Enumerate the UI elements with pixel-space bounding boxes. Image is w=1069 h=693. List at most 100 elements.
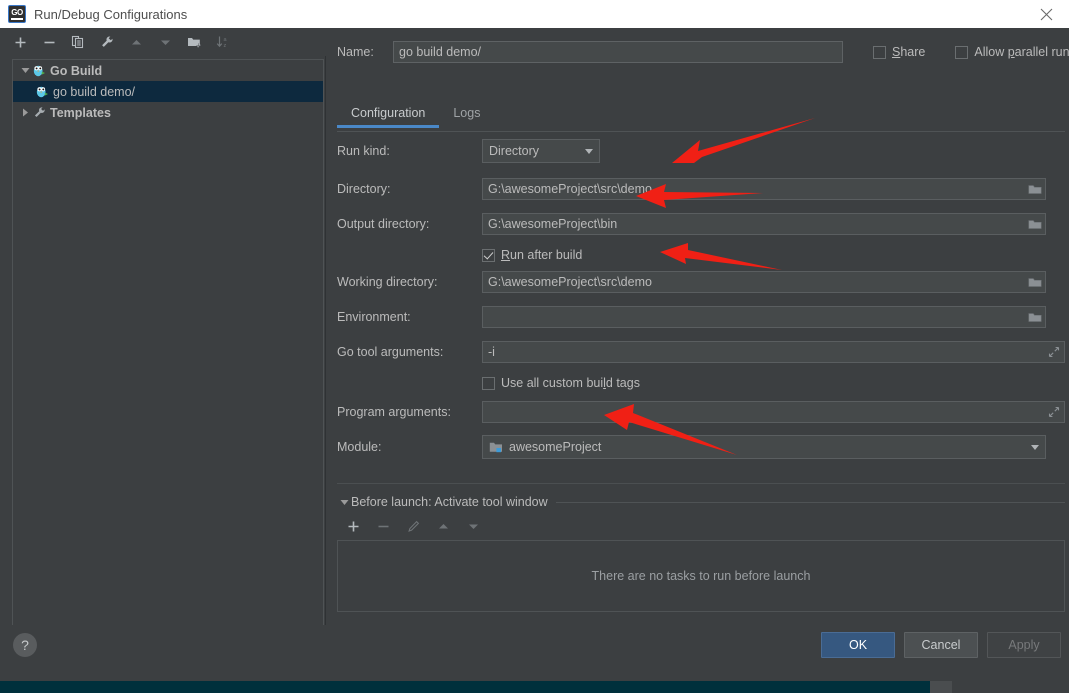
arrow-down-icon — [465, 518, 481, 534]
program-arguments-label: Program arguments: — [337, 405, 451, 419]
share-checkbox[interactable]: Share — [873, 45, 925, 59]
allow-parallel-run-checkbox[interactable]: Allow parallel run — [955, 45, 1069, 59]
sort-az-icon: a z — [215, 34, 231, 50]
ide-strip-right — [952, 681, 1069, 693]
arrow-down-icon — [157, 34, 173, 50]
wrench-icon[interactable] — [99, 34, 115, 50]
folder-icon[interactable] — [1025, 214, 1045, 234]
copy-configuration-button[interactable] — [70, 34, 86, 50]
arrow-up-icon — [128, 34, 144, 50]
configurations-tree[interactable]: Go Build go build demo/ Templates — [12, 59, 324, 663]
use-all-custom-build-tags-checkbox-label: Use all custom build tags — [501, 376, 640, 390]
folder-icon[interactable] — [1025, 272, 1045, 292]
ok-button[interactable]: OK — [821, 632, 895, 658]
tree-item-label: go build demo/ — [53, 84, 136, 99]
directory-label: Directory: — [337, 182, 391, 196]
tab-logs[interactable]: Logs — [439, 103, 494, 127]
output-directory-row: Output directory: — [337, 213, 1065, 235]
configurations-panel: a z Go Build go build demo/ Templates — [0, 28, 329, 663]
environment-input[interactable] — [482, 306, 1046, 328]
expand-icon[interactable] — [1044, 342, 1064, 362]
editor-tabs: Configuration Logs — [337, 103, 1065, 132]
go-tool-arguments-label: Go tool arguments: — [337, 345, 444, 359]
run-kind-dropdown[interactable]: Directory — [482, 139, 600, 163]
name-row: Name: Share Allow parallel run — [337, 40, 1069, 64]
chevron-down-icon — [1031, 444, 1039, 450]
run-debug-configurations-dialog: GO Run/Debug Configurations a z Go Build… — [0, 0, 1069, 681]
before-launch-header[interactable]: Before launch: Activate tool window — [337, 493, 1065, 511]
chevron-down-icon[interactable] — [18, 66, 32, 75]
dialog-buttons: OK Cancel Apply — [821, 632, 1061, 658]
share-checkbox-box[interactable] — [873, 45, 886, 59]
pencil-icon — [405, 518, 421, 534]
configuration-editor-panel: Name: Share Allow parallel run Configura… — [327, 28, 1069, 638]
ide-strip-middle — [930, 681, 952, 693]
dialog-body: a z Go Build go build demo/ Templates Na… — [0, 28, 1069, 663]
remove-task-button — [375, 518, 391, 534]
title-bar: GO Run/Debug Configurations — [0, 0, 1069, 28]
new-folder-icon[interactable] — [186, 34, 202, 50]
before-launch-section: Before launch: Activate tool window Ther… — [337, 493, 1065, 638]
working-directory-label: Working directory: — [337, 275, 438, 289]
ide-background-strip — [0, 681, 1069, 693]
close-icon[interactable] — [1023, 0, 1069, 28]
tree-item-label: Templates — [50, 105, 111, 120]
output-directory-input[interactable] — [482, 213, 1046, 235]
name-input[interactable] — [393, 41, 843, 63]
tree-item-templates[interactable]: Templates — [13, 102, 323, 123]
module-row: Module: awesomeProject — [337, 435, 1065, 459]
run-kind-value: Directory — [489, 144, 540, 158]
gopher-icon — [35, 85, 49, 99]
add-configuration-button[interactable] — [12, 34, 28, 50]
run-kind-label: Run kind: — [337, 144, 390, 158]
module-label: Module: — [337, 440, 382, 454]
module-value: awesomeProject — [509, 440, 602, 454]
share-checkbox-label: Share — [892, 45, 926, 59]
use-all-custom-build-tags-checkbox-box[interactable] — [482, 376, 495, 390]
directory-row: Directory: — [337, 178, 1065, 200]
go-tool-arguments-input[interactable] — [482, 341, 1065, 363]
help-button[interactable]: ? — [13, 633, 37, 657]
module-icon — [489, 441, 503, 454]
run-kind-row: Run kind: Directory — [337, 139, 1065, 163]
run-after-build-checkbox[interactable]: Run after build — [482, 248, 582, 262]
tree-item-go-build-demo[interactable]: go build demo/ — [13, 81, 323, 102]
tree-item-label: Go Build — [50, 63, 103, 78]
program-arguments-input[interactable] — [482, 401, 1065, 423]
folder-icon[interactable] — [1025, 307, 1045, 327]
run-after-build-checkbox-box[interactable] — [482, 248, 495, 262]
program-arguments-row: Program arguments: — [337, 401, 1065, 423]
folder-icon[interactable] — [1025, 179, 1045, 199]
run-after-build-checkbox-label: Run after build — [501, 248, 583, 262]
apply-button[interactable]: Apply — [987, 632, 1061, 658]
output-directory-label: Output directory: — [337, 217, 430, 231]
working-directory-row: Working directory: — [337, 271, 1065, 293]
before-launch-empty-text: There are no tasks to run before launch — [591, 569, 811, 583]
before-launch-toolbar — [337, 514, 1065, 538]
tree-item-go-build[interactable]: Go Build — [13, 60, 323, 81]
before-launch-separator — [555, 501, 1065, 503]
cancel-button[interactable]: Cancel — [904, 632, 978, 658]
before-launch-title: Before launch: Activate tool window — [351, 495, 548, 509]
chevron-down-icon[interactable] — [337, 498, 351, 507]
module-dropdown[interactable]: awesomeProject — [482, 435, 1046, 459]
arrow-up-icon — [435, 518, 451, 534]
configuration-form: Run kind: Directory Directory: G:\awesom… — [337, 132, 1065, 484]
name-label: Name: — [337, 45, 374, 59]
tab-configuration[interactable]: Configuration — [337, 103, 440, 128]
chevron-right-icon[interactable] — [18, 108, 32, 117]
directory-input[interactable] — [482, 178, 1046, 200]
before-launch-task-list[interactable]: There are no tasks to run before launch — [337, 540, 1065, 612]
add-task-button[interactable] — [345, 518, 361, 534]
wrench-icon — [32, 106, 46, 120]
expand-icon[interactable] — [1044, 402, 1064, 422]
configurations-toolbar: a z — [0, 28, 327, 56]
environment-row: Environment: — [337, 306, 1065, 328]
chevron-down-icon — [585, 148, 593, 154]
working-directory-input[interactable] — [482, 271, 1046, 293]
ide-strip-left — [0, 681, 930, 693]
use-all-custom-build-tags-checkbox[interactable]: Use all custom build tags — [482, 376, 640, 390]
go-icon: GO — [8, 5, 26, 23]
remove-configuration-button[interactable] — [41, 34, 57, 50]
allow-parallel-run-checkbox-box[interactable] — [955, 45, 969, 59]
